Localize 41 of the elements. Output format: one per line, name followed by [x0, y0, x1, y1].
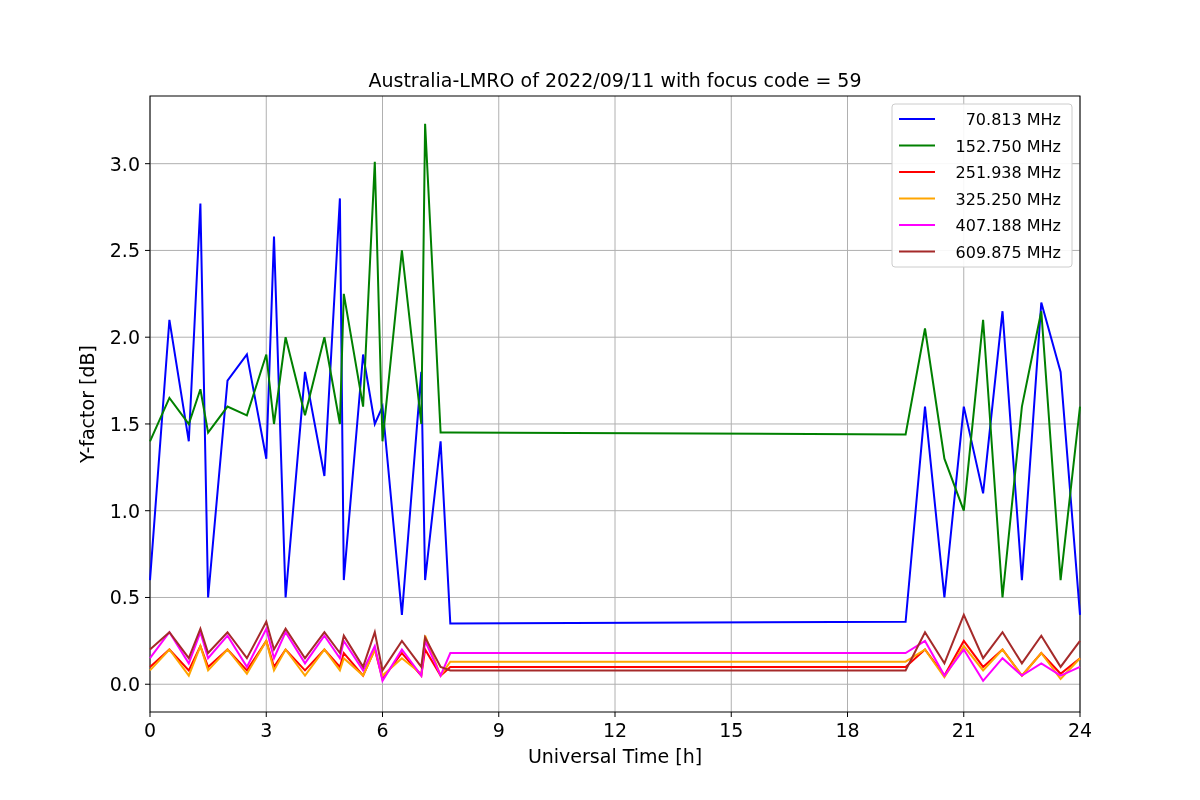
- y-axis-label: Y-factor [dB]: [76, 345, 98, 463]
- tick-label: 9: [492, 719, 505, 741]
- tick-mark: [382, 711, 383, 718]
- tick-label: 0.0: [109, 673, 140, 696]
- legend-label: 152.750 MHz: [955, 136, 1061, 156]
- tick-mark: [144, 597, 151, 598]
- tick-label: 1.0: [109, 499, 140, 522]
- tick-label: 15: [719, 719, 744, 741]
- tick-mark: [265, 711, 267, 718]
- tick-mark: [847, 711, 848, 718]
- tick-label: 21: [951, 719, 976, 741]
- legend-label: 407.188 MHz: [955, 216, 1061, 235]
- tick-label: 3.0: [109, 152, 140, 175]
- tick-label: 2.0: [109, 326, 140, 349]
- tick-mark: [144, 163, 151, 165]
- tick-mark: [730, 711, 732, 718]
- legend-label: 251.938 MHz: [955, 163, 1061, 182]
- tick-label: 6: [376, 719, 389, 741]
- tick-mark: [144, 336, 151, 338]
- tick-label: 12: [602, 719, 628, 741]
- tick-mark: [144, 510, 151, 512]
- tick-label: 24: [1067, 719, 1093, 741]
- tick-mark: [614, 711, 616, 718]
- tick-label: 1.5: [109, 412, 140, 435]
- tick-label: 18: [835, 719, 860, 741]
- tick-label: 0.5: [109, 586, 140, 609]
- x-axis-label: Universal Time [h]: [527, 745, 703, 767]
- legend-label: 70.813 MHz: [965, 110, 1061, 129]
- tick-label: 0: [143, 719, 157, 741]
- tick-label: 3: [260, 719, 273, 741]
- legend-label: 325.250 MHz: [955, 189, 1061, 209]
- tick-mark: [149, 711, 151, 718]
- tick-mark: [963, 711, 965, 718]
- tick-mark: [144, 249, 151, 251]
- tick-mark: [144, 683, 151, 685]
- tick-mark: [1079, 711, 1081, 718]
- tick-mark: [144, 423, 151, 425]
- tick-mark: [498, 711, 500, 718]
- tick-label: 2.5: [109, 239, 140, 262]
- legend-label: 609.875 MHz: [955, 242, 1061, 262]
- chart-title: Australia-LMRO of 2022/09/11 with focus code = 59: [368, 69, 862, 91]
